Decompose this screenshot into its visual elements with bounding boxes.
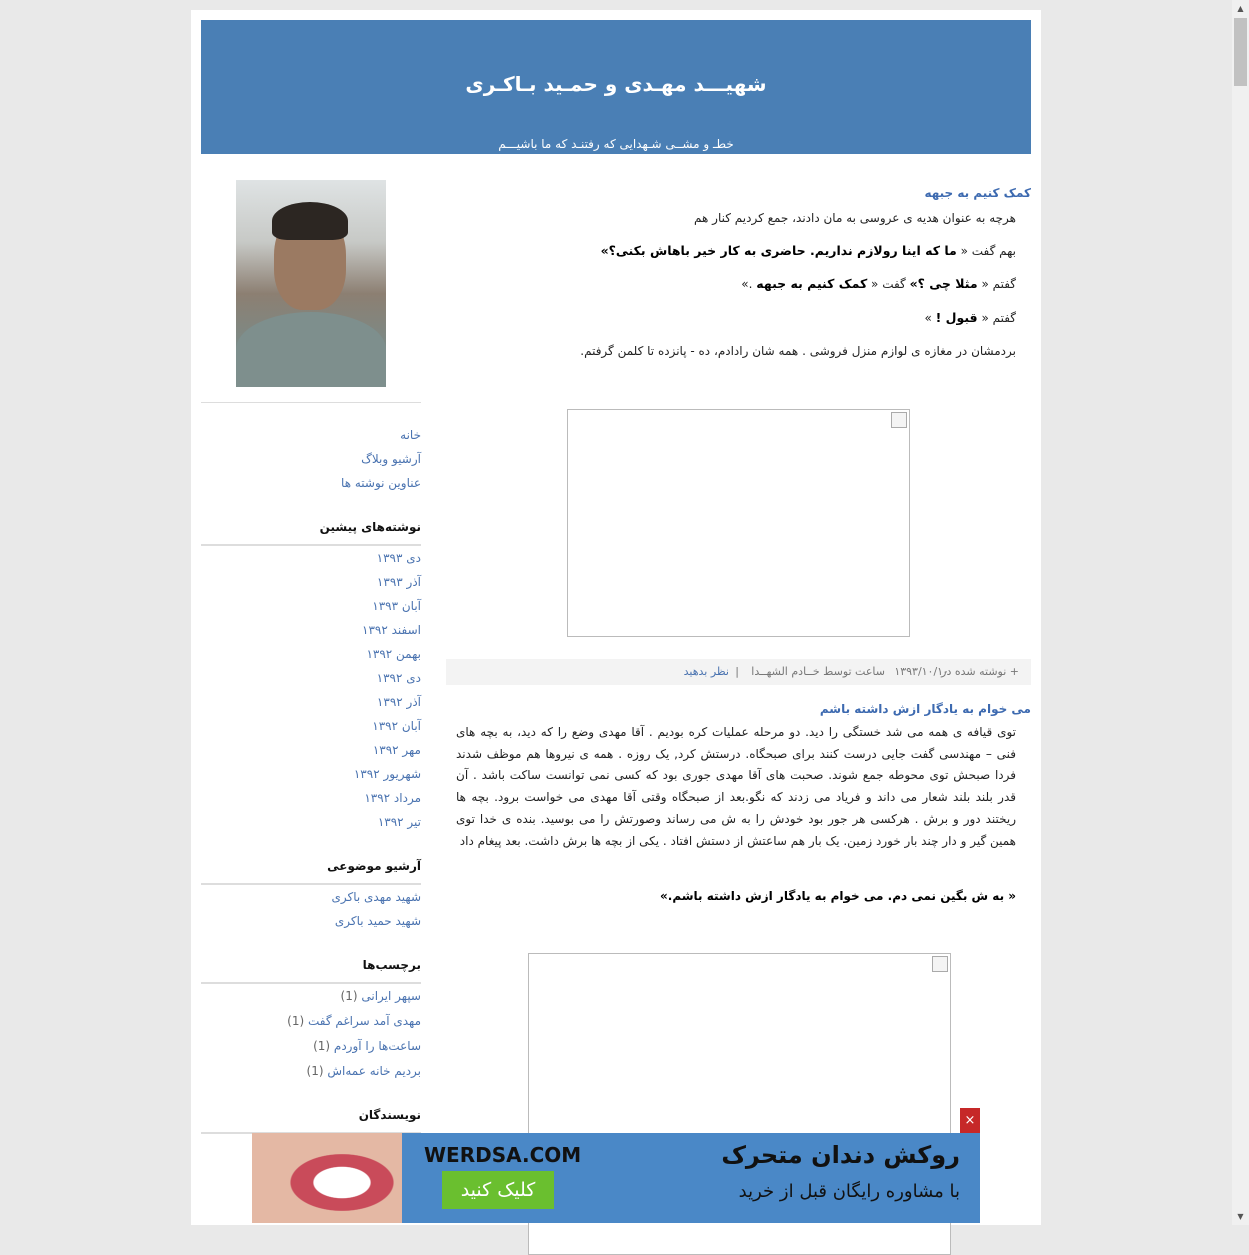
post-paragraph: توی قیافه ی همه می شد خستگی را دید. دو م… — [456, 725, 1016, 848]
vertical-scrollbar[interactable]: ▲ ▼ — [1232, 0, 1249, 1225]
ad-brand: WERDSA.COM — [424, 1143, 582, 1167]
tag-link[interactable]: سپهر ایرانی (1) — [341, 989, 421, 1003]
tags-heading: برچسب‌ها — [362, 958, 421, 972]
post-text: گفتم « مثلا چی ؟» گفت « کمک کنیم به جبهه… — [741, 276, 1016, 291]
tag-label[interactable]: مهدی آمد سراغم گفت — [308, 1014, 421, 1028]
archive-month-link[interactable]: دی ۱۳۹۳ — [377, 551, 421, 565]
divider — [201, 402, 421, 403]
tag-label[interactable]: سپهر ایرانی — [361, 989, 421, 1003]
post-quote: « به ش بگین نمی دم. می خوام به یادگار از… — [660, 889, 1016, 903]
broken-image-icon — [891, 412, 907, 428]
authors-heading: نویسندگان — [358, 1108, 421, 1122]
post-text: بردمشان در مغازه ی لوازم منزل فروشی . هم… — [580, 344, 1016, 358]
scroll-down-icon[interactable]: ▼ — [1232, 1208, 1249, 1225]
divider — [201, 883, 421, 885]
ad-banner[interactable]: WERDSA.COM کلیک کنید روکش دندان متحرک با… — [252, 1133, 980, 1223]
archive-month-link[interactable]: مرداد ۱۳۹۲ — [364, 791, 421, 805]
archive-month-link[interactable]: مهر ۱۳۹۲ — [373, 743, 421, 757]
nav-post-titles[interactable]: عناوین نوشته ها — [341, 476, 421, 490]
post-image-broken — [567, 409, 910, 637]
tag-label[interactable]: بردیم خانه عمه‌اش — [327, 1064, 421, 1078]
tag-count: (1) — [287, 1014, 305, 1028]
post-meta-prefix: + نوشته شده در — [941, 665, 1019, 678]
post-footer: + نوشته شده در ۱۳۹۳/۱۰/۱۰ ساعت توسط خــا… — [446, 659, 1031, 685]
previous-posts-heading: نوشته‌های پیشین — [319, 520, 421, 534]
close-ad-button[interactable]: × — [960, 1108, 980, 1133]
tag-label[interactable]: ساعت‌ها را آوردم — [334, 1039, 421, 1053]
archive-month-link[interactable]: آبان ۱۳۹۲ — [372, 719, 421, 733]
post-meta-separator: | — [735, 665, 739, 678]
archive-month-link[interactable]: دی ۱۳۹۲ — [377, 671, 421, 685]
divider — [201, 982, 421, 984]
post-text: بهم گفت « ما که اینا رولازم نداریم. حاضر… — [600, 243, 1016, 258]
tag-link[interactable]: ساعت‌ها را آوردم (1) — [313, 1039, 421, 1053]
archive-month-link[interactable]: شهریور ۱۳۹۲ — [354, 767, 421, 781]
nav-home[interactable]: خانه — [400, 428, 421, 442]
ad-subline: با مشاوره رایگان قبل از خرید — [738, 1181, 960, 1202]
tag-link[interactable]: مهدی آمد سراغم گفت (1) — [287, 1014, 421, 1028]
nav-archive[interactable]: آرشیو وبلاگ — [361, 452, 421, 466]
scroll-up-icon[interactable]: ▲ — [1232, 0, 1249, 17]
archive-month-link[interactable]: تیر ۱۳۹۲ — [378, 815, 421, 829]
blog-page: شهیـــد مهـدی و حمـید بـاکـری خطـ و مشــ… — [191, 10, 1041, 1255]
ad-teeth-image — [252, 1133, 402, 1223]
archive-month-link[interactable]: اسفند ۱۳۹۲ — [362, 623, 421, 637]
topic-link[interactable]: شهید حمید باکری — [335, 914, 421, 928]
archive-month-link[interactable]: آذر ۱۳۹۲ — [377, 695, 421, 709]
blog-header: شهیـــد مهـدی و حمـید بـاکـری خطـ و مشــ… — [201, 20, 1031, 154]
author-photo — [236, 180, 386, 387]
tag-count: (1) — [306, 1064, 324, 1078]
blog-description: خطـ و مشــی شـهدایی که رفتنـد که ما باشی… — [498, 137, 734, 151]
post-author: ساعت توسط خــادم الشهــدا — [751, 665, 885, 678]
divider — [201, 544, 421, 546]
comment-link[interactable]: نظر بدهید — [684, 659, 729, 685]
topic-link[interactable]: شهید مهدی باکری — [331, 890, 421, 904]
post-text: هرچه به عنوان هدیه ی عروسی به مان دادند،… — [694, 211, 1016, 225]
blog-title[interactable]: شهیـــد مهـدی و حمـید بـاکـری — [201, 72, 1031, 96]
ad-cta-button[interactable]: کلیک کنید — [442, 1171, 554, 1209]
archive-month-link[interactable]: آذر ۱۳۹۳ — [377, 575, 421, 589]
tag-count: (1) — [313, 1039, 331, 1053]
post-text: گفتم « قبول ! » — [924, 310, 1016, 325]
archive-month-link[interactable]: بهمن ۱۳۹۲ — [366, 647, 421, 661]
tag-link[interactable]: بردیم خانه عمه‌اش (1) — [307, 1064, 421, 1078]
scrollbar-thumb[interactable] — [1234, 18, 1247, 86]
post-date: ۱۳۹۳/۱۰/۱۰ — [894, 665, 949, 678]
post-title[interactable]: می خوام به یادگار ازش داشته باشم — [820, 702, 1031, 716]
ad-headline: روکش دندان متحرک — [721, 1141, 960, 1169]
topics-heading: آرشیو موضوعی — [327, 859, 421, 873]
tag-count: (1) — [340, 989, 358, 1003]
post-title[interactable]: کمک کنیم به جبهه — [924, 186, 1031, 200]
broken-image-icon — [932, 956, 948, 972]
archive-month-link[interactable]: آبان ۱۳۹۳ — [372, 599, 421, 613]
